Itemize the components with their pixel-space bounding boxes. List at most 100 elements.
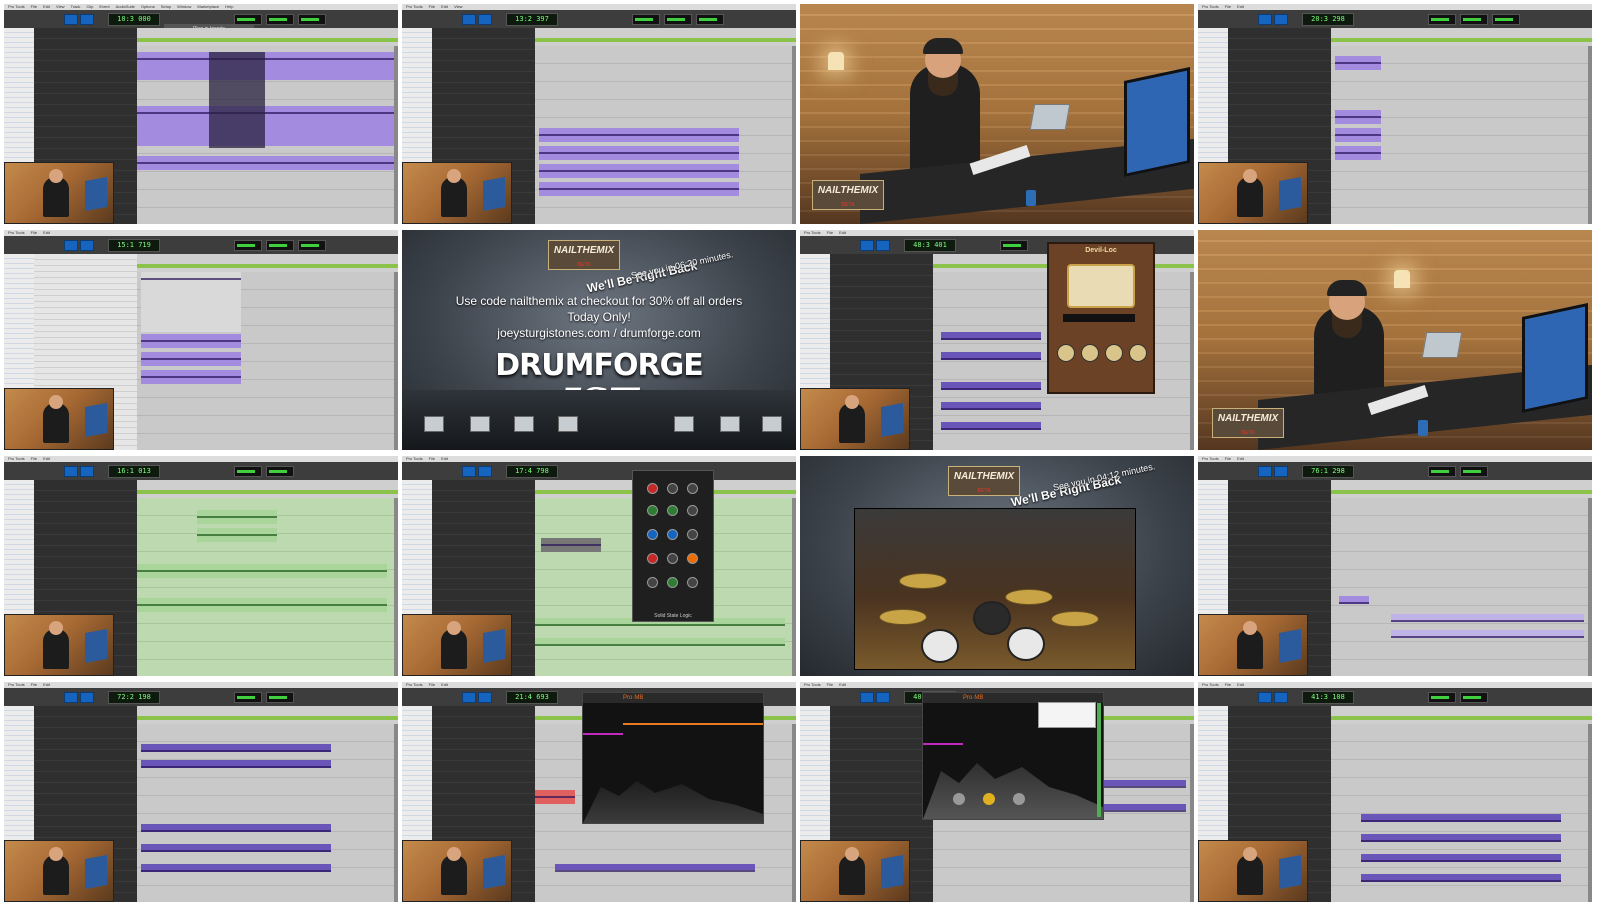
record-button[interactable] [478, 466, 492, 477]
audio-region[interactable] [141, 352, 241, 366]
edit-window[interactable] [137, 498, 394, 676]
vertical-scrollbar[interactable] [1588, 46, 1592, 224]
tile-daw-13[interactable]: Pro Tools File Edit 72:2 198 [4, 682, 398, 902]
edit-window[interactable] [1331, 498, 1588, 676]
crush-knob[interactable] [1081, 344, 1099, 362]
vertical-scrollbar[interactable] [792, 724, 796, 902]
timeline-ruler[interactable] [137, 254, 398, 273]
audio-region[interactable] [141, 864, 331, 872]
record-button[interactable] [1274, 14, 1288, 25]
audio-region[interactable] [941, 382, 1041, 390]
midi-region[interactable] [137, 598, 387, 612]
audio-region[interactable] [141, 272, 241, 332]
tile-daw-16[interactable]: Pro Tools File Edit 41:3 108 [1198, 682, 1592, 902]
audio-region[interactable] [1339, 596, 1369, 604]
audio-region[interactable] [1361, 874, 1561, 882]
vertical-scrollbar[interactable] [1190, 272, 1194, 450]
play-button[interactable] [1258, 466, 1272, 477]
tile-daw-1[interactable]: Pro Tools File Edit View Track Clip Even… [4, 4, 398, 224]
ssl-channel-strip-plugin[interactable]: Solid State Logic [632, 470, 714, 622]
record-button[interactable] [876, 240, 890, 251]
audio-region[interactable] [1391, 630, 1584, 638]
band-knob[interactable] [983, 793, 995, 805]
audio-region[interactable] [1361, 854, 1561, 862]
play-button[interactable] [1258, 14, 1272, 25]
timeline-ruler[interactable] [137, 480, 398, 499]
audio-region[interactable] [539, 146, 739, 160]
audio-region[interactable] [539, 128, 739, 142]
vertical-scrollbar[interactable] [1190, 724, 1194, 902]
audio-region[interactable] [941, 422, 1041, 430]
audio-region[interactable] [1335, 146, 1381, 160]
audio-region[interactable] [141, 824, 331, 832]
audio-region[interactable] [539, 164, 739, 178]
play-button[interactable] [860, 240, 874, 251]
vertical-scrollbar[interactable] [394, 498, 398, 676]
record-button[interactable] [478, 692, 492, 703]
play-button[interactable] [64, 14, 78, 25]
edit-window[interactable] [1331, 46, 1588, 224]
timeline-ruler[interactable] [1331, 480, 1592, 499]
selection-range[interactable] [209, 52, 265, 148]
band-knob[interactable] [1013, 793, 1025, 805]
tile-daw-9[interactable]: Pro Tools File Edit 16:1 013 [4, 456, 398, 676]
release-knob[interactable] [1105, 344, 1123, 362]
vertical-scrollbar[interactable] [394, 272, 398, 450]
record-button[interactable] [80, 692, 94, 703]
band-knob[interactable] [953, 793, 965, 805]
vertical-scrollbar[interactable] [394, 724, 398, 902]
audio-region[interactable] [941, 352, 1041, 360]
timeline-ruler[interactable] [137, 706, 398, 725]
audio-region[interactable] [1335, 56, 1381, 70]
vertical-scrollbar[interactable] [394, 46, 398, 224]
timeline-ruler[interactable] [137, 28, 398, 47]
play-button[interactable] [64, 692, 78, 703]
tile-daw-7[interactable]: Pro Tools File Edit 48:3 401 Devil-Loc [800, 230, 1194, 450]
audio-region[interactable] [141, 370, 241, 384]
tile-daw-15[interactable]: Pro ToolsFileEdit 40:2 773 Pro·MB [800, 682, 1194, 902]
record-button[interactable] [1274, 466, 1288, 477]
midi-region[interactable] [197, 510, 277, 524]
record-button[interactable] [1274, 692, 1288, 703]
edit-window[interactable] [137, 272, 394, 450]
preset-display[interactable] [1063, 314, 1135, 322]
record-button[interactable] [80, 14, 94, 25]
vertical-scrollbar[interactable] [792, 498, 796, 676]
audio-region[interactable] [1361, 814, 1561, 822]
audio-region[interactable] [555, 864, 755, 872]
vertical-scrollbar[interactable] [792, 46, 796, 224]
pro-mb-plugin-window[interactable]: Pro·MB [582, 692, 764, 824]
record-button[interactable] [80, 240, 94, 251]
tile-daw-2[interactable]: Pro Tools File Edit View 13:2 397 [402, 4, 796, 224]
tile-daw-14[interactable]: Pro Tools File Edit 21:4 693 Pro·MB [402, 682, 796, 902]
audio-region[interactable] [141, 744, 331, 752]
midi-region[interactable] [137, 564, 387, 578]
midi-region[interactable] [197, 528, 277, 542]
play-button[interactable] [462, 692, 476, 703]
audio-region[interactable] [539, 182, 739, 196]
edit-window[interactable] [1331, 724, 1588, 902]
play-button[interactable] [462, 466, 476, 477]
tile-daw-5[interactable]: Pro Tools File Edit 15:1 719 [4, 230, 398, 450]
play-button[interactable] [462, 14, 476, 25]
edit-window[interactable] [535, 46, 792, 224]
audio-region[interactable] [141, 844, 331, 852]
tile-daw-12[interactable]: Pro Tools File Edit 76:1 298 [1198, 456, 1592, 676]
timeline-ruler[interactable] [1331, 706, 1592, 725]
audio-region[interactable] [1335, 110, 1381, 124]
audio-region[interactable] [941, 402, 1041, 410]
tile-daw-10[interactable]: Pro Tools File Edit 17:4 798 Solid State L… [402, 456, 796, 676]
output-knob[interactable] [1129, 344, 1147, 362]
edit-window[interactable] [137, 46, 394, 224]
timeline-ruler[interactable] [535, 28, 796, 47]
audio-region[interactable] [541, 538, 601, 552]
edit-window[interactable] [137, 724, 394, 902]
audio-region[interactable] [1361, 834, 1561, 842]
vertical-scrollbar[interactable] [1588, 498, 1592, 676]
play-button[interactable] [64, 466, 78, 477]
audio-region[interactable] [1391, 614, 1584, 622]
tile-daw-4[interactable]: Pro Tools File Edit 20:3 298 [1198, 4, 1592, 224]
audio-region[interactable] [141, 334, 241, 348]
record-button[interactable] [876, 692, 890, 703]
midi-region[interactable] [535, 638, 785, 646]
